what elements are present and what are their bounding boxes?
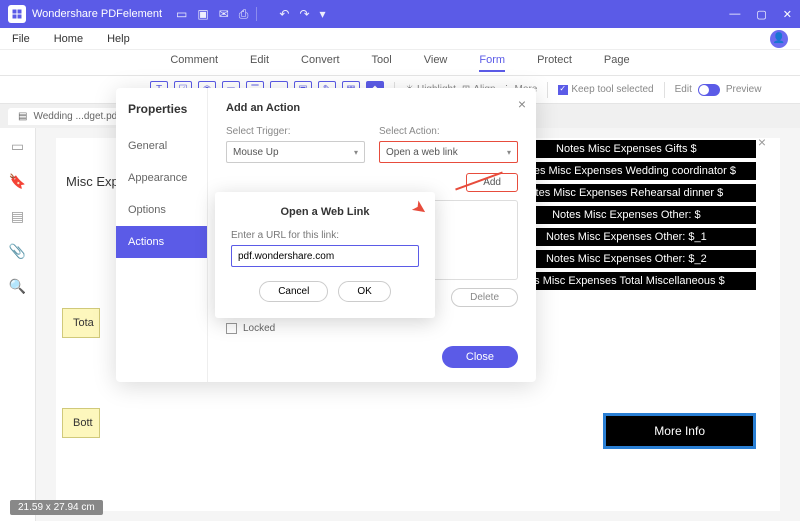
more-info-button[interactable]: More Info [603, 413, 756, 449]
panel-tab-general[interactable]: General [116, 130, 207, 162]
edit-preview-toggle[interactable] [698, 84, 720, 96]
redo-icon[interactable]: ↷ [299, 7, 309, 21]
dropdown-icon[interactable]: ▾ [320, 7, 326, 21]
open-web-link-dialog: Open a Web Link Enter a URL for this lin… [215, 192, 435, 318]
left-sidebar: ▭ 🔖 ▤ 📎 🔍 [0, 128, 36, 521]
tab-form[interactable]: Form [479, 54, 505, 72]
attachment-icon[interactable]: 📎 [9, 243, 26, 260]
banner-close-icon[interactable]: × [758, 134, 766, 150]
search-icon[interactable]: 🔍 [9, 278, 26, 295]
minimize-icon[interactable]: — [729, 8, 740, 21]
dialog-title: Open a Web Link [231, 206, 419, 218]
tab-view[interactable]: View [424, 54, 448, 72]
tab-page[interactable]: Page [604, 54, 630, 72]
app-title: Wondershare PDFelement [32, 8, 162, 20]
save-icon[interactable]: ▣ [197, 7, 208, 22]
panel-close-icon[interactable]: × [518, 96, 526, 112]
edit-toggle-label: Edit [675, 84, 692, 95]
panel-title: Properties [116, 88, 207, 130]
url-label: Enter a URL for this link: [231, 230, 419, 241]
mail-icon[interactable]: ✉ [219, 7, 229, 22]
action-label: Select Action: [379, 126, 518, 137]
titlebar: Wondershare PDFelement ▭ ▣ ✉ ⎙ ↶ ↷ ▾ — ▢… [0, 0, 800, 28]
thumbnails-icon[interactable]: ▭ [11, 138, 24, 155]
tab-protect[interactable]: Protect [537, 54, 572, 72]
tab-convert[interactable]: Convert [301, 54, 340, 72]
tab-comment[interactable]: Comment [170, 54, 218, 72]
user-avatar-icon[interactable]: 👤 [770, 30, 788, 48]
close-window-icon[interactable]: ✕ [783, 8, 792, 21]
bottom-box: Bott [62, 408, 100, 438]
total-box: Tota [62, 308, 100, 338]
keep-tool-checkbox[interactable]: Keep tool selected [558, 84, 653, 95]
layers-icon[interactable]: ▤ [11, 208, 24, 225]
trigger-label: Select Trigger: [226, 126, 365, 137]
ribbon-tabs: Comment Edit Convert Tool View Form Prot… [0, 50, 800, 76]
maximize-icon[interactable]: ▢ [756, 8, 766, 21]
bookmark-icon[interactable]: 🔖 [9, 173, 26, 190]
add-action-heading: Add an Action [226, 102, 518, 114]
url-input[interactable] [231, 245, 419, 267]
menu-file[interactable]: File [12, 33, 30, 45]
menu-home[interactable]: Home [54, 33, 83, 45]
panel-tab-actions[interactable]: Actions [116, 226, 207, 258]
properties-sidebar: Properties General Appearance Options Ac… [116, 88, 208, 382]
tab-edit[interactable]: Edit [250, 54, 269, 72]
trigger-select[interactable]: Mouse Up▾ [226, 141, 365, 163]
panel-tab-appearance[interactable]: Appearance [116, 162, 207, 194]
print-icon[interactable]: ⎙ [239, 7, 249, 22]
ok-button[interactable]: OK [338, 281, 390, 302]
locked-checkbox[interactable]: Locked [226, 323, 518, 334]
cancel-button[interactable]: Cancel [259, 281, 328, 302]
preview-label: Preview [726, 84, 762, 95]
titlebar-quick-icons: ▭ ▣ ✉ ⎙ [176, 7, 248, 22]
document-tab-title: Wedding ...dget.pdf * [33, 111, 126, 122]
app-logo [8, 5, 26, 23]
delete-button[interactable]: Delete [451, 288, 518, 307]
menu-help[interactable]: Help [107, 33, 130, 45]
panel-tab-options[interactable]: Options [116, 194, 207, 226]
close-panel-button[interactable]: Close [442, 346, 518, 368]
undo-icon[interactable]: ↶ [279, 7, 289, 21]
open-icon[interactable]: ▭ [176, 7, 187, 22]
menubar: File Home Help 👤 [0, 28, 800, 50]
status-dimensions: 21.59 x 27.94 cm [10, 500, 103, 515]
action-select[interactable]: Open a web link▾ [379, 141, 518, 163]
tab-tool[interactable]: Tool [372, 54, 392, 72]
